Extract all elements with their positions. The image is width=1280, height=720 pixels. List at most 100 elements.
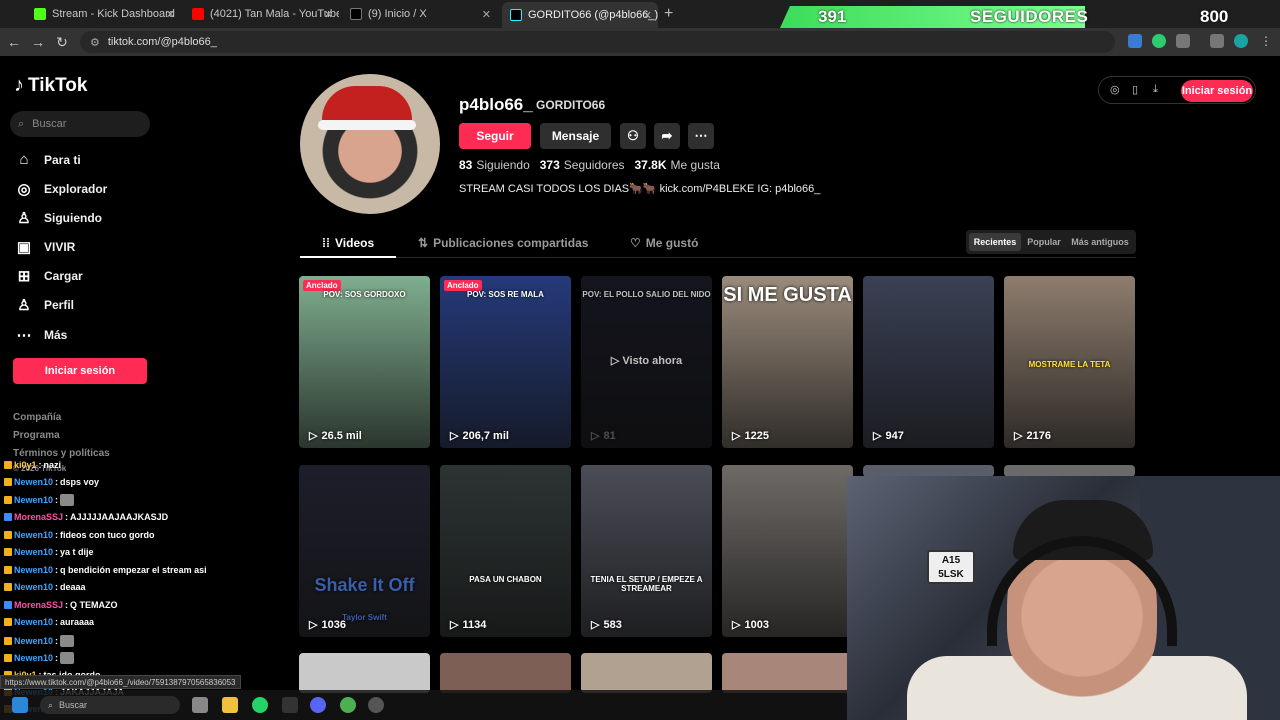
close-tab-icon[interactable]: ✕ [643, 9, 652, 22]
chat-username[interactable]: Newen10 [14, 530, 53, 540]
close-tab-icon[interactable]: ✕ [166, 8, 175, 21]
profile-nickname: GORDITO66 [536, 98, 606, 112]
chat-username[interactable]: MorenaSSJ [14, 512, 63, 522]
browser-tab-youtube[interactable]: (4021) Tan Mala - YouTube ✕ [184, 4, 339, 24]
chat-username[interactable]: Newen10 [14, 653, 53, 663]
windows-start-icon[interactable] [12, 697, 28, 713]
chat-username[interactable]: ki0y1 [14, 460, 37, 470]
video-card[interactable]: POV: EL POLLO SALIO DEL NIDO ▷ Visto ahor… [581, 276, 712, 448]
sort-recientes[interactable]: Recientes [969, 233, 1021, 251]
coins-icon[interactable]: ◎ [1110, 83, 1120, 96]
video-card[interactable] [440, 653, 571, 693]
chrome-icon[interactable] [340, 697, 356, 713]
profile-avatar-icon[interactable] [1234, 34, 1248, 48]
browser-tab-tiktok[interactable]: GORDITO66 (@p4blo66_) | TikT ✕ [502, 2, 658, 28]
sidebar-item-perfil[interactable]: ♙ Perfil [16, 296, 74, 314]
video-card[interactable]: Anclado POV: SOS GORDOXO ▷ 26.5 mil [299, 276, 430, 448]
sidebar-login-button[interactable]: Iniciar sesión [13, 358, 147, 384]
follow-button[interactable]: Seguir [459, 123, 531, 149]
tiktok-logo[interactable]: ♪ TikTok [14, 74, 87, 97]
more-options-icon[interactable]: ⋯ [688, 123, 714, 149]
chat-message: Newen10 : [4, 494, 75, 506]
downloads-icon[interactable] [1210, 34, 1224, 48]
followers-stat[interactable]: 373 Seguidores [540, 158, 625, 172]
video-caption: PASA UN CHABON [469, 575, 542, 584]
back-icon[interactable]: ← [2, 34, 26, 50]
download-icon[interactable]: ⤓ [1153, 83, 1158, 96]
task-view-icon[interactable] [192, 697, 208, 713]
close-tab-icon[interactable]: ✕ [324, 8, 333, 21]
video-card[interactable]: ▷ 947 [863, 276, 994, 448]
video-view-count: ▷ 206,7 mil [450, 429, 509, 443]
chat-username[interactable]: Newen10 [14, 582, 53, 592]
message-button[interactable]: Mensaje [540, 123, 611, 149]
whatsapp-icon[interactable] [252, 697, 268, 713]
follower-goal-target: 800 [1200, 7, 1229, 26]
search-input[interactable]: ⌕ Buscar [10, 111, 150, 137]
video-card[interactable] [581, 653, 712, 693]
menu-icon[interactable]: ⋮ [1260, 34, 1272, 48]
puzzle-icon[interactable] [1176, 34, 1190, 48]
video-card[interactable]: ▷ 1003 [722, 465, 853, 637]
file-explorer-icon[interactable] [222, 697, 238, 713]
chat-text: ya t dije [60, 547, 94, 557]
sidebar-item-mas[interactable]: ⋯ Más [16, 326, 68, 344]
add-friend-icon[interactable]: ⚇ [620, 123, 646, 149]
phone-icon[interactable]: ▯ [1132, 83, 1138, 96]
address-bar[interactable]: ⚙ tiktok.com/@p4blo66_ [80, 31, 1115, 53]
footer-link-compania[interactable]: Compañía [13, 412, 61, 423]
chat-username[interactable]: Newen10 [14, 617, 53, 627]
header-login-button[interactable]: Iniciar sesión [1181, 80, 1253, 102]
chat-username[interactable]: Newen10 [14, 495, 53, 505]
close-tab-icon[interactable]: ✕ [482, 8, 491, 21]
sidebar-item-cargar[interactable]: ⊞ Cargar [16, 267, 83, 285]
tab-videos[interactable]: ⁞⁞ Videos [322, 236, 374, 250]
video-card[interactable]: SI ME GUSTA ▷ 1225 [722, 276, 853, 448]
sidebar-item-vivir[interactable]: ▣ VIVIR [16, 238, 75, 256]
chat-badge-icon [4, 583, 12, 591]
sidebar-item-explorador[interactable]: ◎ Explorador [16, 180, 107, 198]
chat-separator: : [55, 617, 59, 627]
sort-popular[interactable]: Popular [1024, 233, 1064, 251]
forward-icon[interactable]: → [26, 34, 50, 50]
play-icon: ▷ [873, 430, 882, 442]
video-card[interactable]: Shake It Off Taylor Swift ▷ 1036 [299, 465, 430, 637]
site-info-icon[interactable]: ⚙ [90, 36, 100, 49]
browser-tab-x[interactable]: (9) Inicio / X ✕ [342, 4, 497, 24]
following-stat[interactable]: 83 Siguiendo [459, 158, 530, 172]
sidebar-item-siguiendo[interactable]: ♙ Siguiendo [16, 209, 102, 227]
tab-publicaciones-compartidas[interactable]: ⇅ Publicaciones compartidas [418, 236, 588, 250]
sidebar-item-para-ti[interactable]: ⌂ Para ti [16, 151, 81, 168]
video-card[interactable]: Anclado POV: SOS RE MALA ▷ 206,7 mil [440, 276, 571, 448]
chat-message: Newen10 : auraaaa [4, 617, 94, 627]
chat-username[interactable]: MorenaSSJ [14, 600, 63, 610]
footer-link-programa[interactable]: Programa [13, 430, 60, 441]
chat-username[interactable]: Newen10 [14, 565, 53, 575]
video-card[interactable]: TENIA EL SETUP / EMPEZE A STREAMEAR ▷ 583 [581, 465, 712, 637]
video-card[interactable]: MOSTRAME LA TETA ▷ 2176 [1004, 276, 1135, 448]
sort-mas-antiguos[interactable]: Más antiguos [1068, 233, 1132, 251]
extension-icon[interactable] [1128, 34, 1142, 48]
windows-taskbar: ⌕ Buscar [0, 690, 847, 720]
compass-icon: ◎ [17, 181, 31, 198]
chat-username[interactable]: Newen10 [14, 636, 53, 646]
chat-username[interactable]: Newen10 [14, 477, 53, 487]
obs-icon[interactable] [368, 697, 384, 713]
tab-title: GORDITO66 (@p4blo66_) | TikT [528, 9, 658, 21]
new-tab-icon[interactable]: + [664, 5, 673, 23]
view-count-text: 1036 [321, 618, 346, 631]
chat-username[interactable]: Newen10 [14, 547, 53, 557]
taskbar-search[interactable]: ⌕ Buscar [40, 696, 180, 714]
epic-games-icon[interactable] [282, 697, 298, 713]
reload-icon[interactable]: ↻ [50, 34, 74, 51]
sidebar-item-label: Para ti [44, 152, 81, 167]
tab-me-gusto[interactable]: ♡ Me gustó [630, 236, 698, 250]
discord-icon[interactable] [310, 697, 326, 713]
search-placeholder: Buscar [32, 118, 67, 130]
video-card[interactable] [299, 653, 430, 693]
shield-icon[interactable] [1152, 34, 1166, 48]
video-card[interactable] [722, 653, 853, 693]
browser-tab-kick[interactable]: Stream - Kick Dashboard ✕ [26, 4, 181, 24]
video-card[interactable]: PASA UN CHABON ▷ 1134 [440, 465, 571, 637]
share-icon[interactable]: ➦ [654, 123, 680, 149]
